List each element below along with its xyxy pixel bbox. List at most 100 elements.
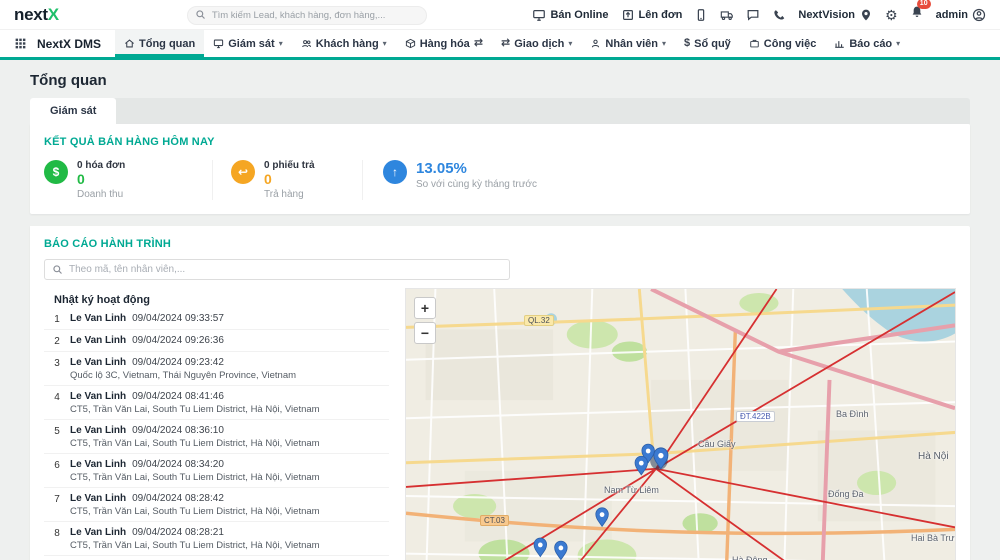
log-row[interactable]: 8 Le Van Linh09/04/2024 08:28:21 CT5, Tr… <box>44 522 389 556</box>
global-search-input[interactable] <box>187 6 427 25</box>
nav-label: Sổ quỹ <box>694 38 731 50</box>
return-glyph: ↩ <box>238 165 248 179</box>
chevron-down-icon: ▾ <box>662 39 666 48</box>
nav-item-bao-cao[interactable]: Báo cáo ▾ <box>825 30 909 57</box>
journey-search <box>44 259 510 280</box>
chat-button[interactable] <box>746 8 760 22</box>
journey-search-input[interactable] <box>44 259 510 280</box>
zoom-in-button[interactable]: + <box>414 297 436 319</box>
return-circle-icon: ↩ <box>231 160 255 184</box>
stat-comparison: ↑ 13.05% So với cùng kỳ tháng trước <box>362 160 537 200</box>
call-button[interactable] <box>772 8 786 22</box>
stat-return-slips: 0 phiếu trả <box>264 160 315 171</box>
len-don-label: Lên đơn <box>639 9 683 21</box>
app-name: NextX DMS <box>37 37 101 51</box>
create-order-icon <box>621 8 635 22</box>
nav-item-cong-viec[interactable]: Công việc <box>740 30 826 57</box>
nav-label: Giao dịch <box>514 38 564 50</box>
nav-item-khach-hang[interactable]: Khách hàng ▾ <box>292 30 396 57</box>
apps-grid-icon[interactable] <box>14 37 27 50</box>
delivery-button[interactable] <box>720 8 734 22</box>
nav-item-giam-sat[interactable]: Giám sát ▾ <box>204 30 291 57</box>
location-pin-icon <box>859 8 873 22</box>
log-name: Le Van Linh <box>70 493 126 504</box>
len-don-button[interactable]: Lên đơn <box>621 8 683 22</box>
log-row[interactable]: 2 Le Van Linh09/04/2024 09:26:36 <box>44 330 389 352</box>
up-arrow-glyph: ↑ <box>392 165 398 179</box>
log-name: Le Van Linh <box>70 391 126 402</box>
map[interactable]: + − QL.32 ĐT.422B CT.03 Cầu Giấy Nam Từ … <box>405 288 956 560</box>
nav-item-nhan-vien[interactable]: Nhân viên ▾ <box>581 30 675 57</box>
nav-item-hang-hoa[interactable]: Hàng hóa ⇄ <box>396 30 492 57</box>
log-row[interactable]: 1 Le Van Linh09/04/2024 09:33:57 <box>44 308 389 330</box>
monitor-icon <box>213 38 224 49</box>
tab-strip: Giám sát <box>30 98 970 124</box>
district-label-ha-dong: Hà Đông <box>732 555 768 560</box>
notification-badge: 10 <box>917 0 931 9</box>
chevron-down-icon: ▾ <box>896 39 900 48</box>
log-name: Le Van Linh <box>70 459 126 470</box>
search-icon <box>52 264 63 275</box>
logo-x: X <box>48 5 59 24</box>
log-time: 09/04/2024 08:34:20 <box>132 459 224 470</box>
road-label-ct03: CT.03 <box>480 515 509 526</box>
log-address: CT5, Trần Văn Lai, South Tu Liem Distric… <box>70 472 320 483</box>
district-label-cau-giay: Cầu Giấy <box>698 439 736 449</box>
box-icon <box>405 38 416 49</box>
main-navbar: NextX DMS Tổng quan Giám sát ▾ Khách hàn… <box>0 30 1000 57</box>
mobile-button[interactable] <box>694 8 708 22</box>
mobile-icon <box>694 8 708 22</box>
log-name: Le Van Linh <box>70 425 126 436</box>
topbar-actions: Bán Online Lên đơn NextVision ⚙ 10 admin <box>532 5 986 24</box>
log-row[interactable]: 3 Le Van Linh09/04/2024 09:23:42 Quốc lộ… <box>44 352 389 386</box>
tab-giam-sat[interactable]: Giám sát <box>30 98 116 124</box>
nav-label: Công việc <box>764 38 817 50</box>
topbar: nextX Bán Online Lên đơn NextVision ⚙ <box>0 0 1000 30</box>
log-time: 09/04/2024 08:41:46 <box>132 391 224 402</box>
city-label-ha-noi: Hà Nội <box>918 451 949 462</box>
log-index: 5 <box>44 425 70 449</box>
stat-returns-label: Trả hàng <box>264 189 315 200</box>
log-row[interactable]: 7 Le Van Linh09/04/2024 08:28:42 CT5, Tr… <box>44 488 389 522</box>
log-row[interactable]: 6 Le Van Linh 09/04/2024 08:34:20 CT5, Tr… <box>44 454 389 488</box>
stat-revenue-label: Doanh thu <box>77 189 125 200</box>
up-arrow-circle-icon: ↑ <box>383 160 407 184</box>
sales-card-title: KẾT QUẢ BÁN HÀNG HÔM NAY <box>44 136 956 148</box>
nav-label: Hàng hóa <box>420 38 470 50</box>
log-time: 09/04/2024 09:23:42 <box>132 357 224 368</box>
log-name: Le Van Linh <box>70 335 126 346</box>
log-address: Quốc lộ 3C, Vietnam, Thái Nguyên Provinc… <box>70 370 296 381</box>
stat-revenue-value: 0 <box>77 171 125 189</box>
nav-item-giao-dich[interactable]: ⇄ Giao dịch ▾ <box>492 30 581 57</box>
log-index: 6 <box>44 459 70 483</box>
user-avatar-icon <box>972 8 986 22</box>
settings-gear-icon[interactable]: ⚙ <box>885 8 898 22</box>
home-icon <box>124 38 135 49</box>
nav-item-tong-quan[interactable]: Tổng quan <box>115 30 204 57</box>
nav-item-so-quy[interactable]: $ Sổ quỹ <box>675 30 740 57</box>
app-logo[interactable]: nextX <box>14 5 59 25</box>
log-row[interactable]: 4 Le Van Linh09/04/2024 08:41:46 CT5, Tr… <box>44 386 389 420</box>
chevron-down-icon: ▾ <box>383 39 387 48</box>
log-time: 09/04/2024 09:33:57 <box>132 313 224 324</box>
dollar-glyph: $ <box>53 165 60 179</box>
log-address: CT5, Trần Văn Lai, South Tu Liem Distric… <box>70 404 320 415</box>
zoom-out-button[interactable]: − <box>414 322 436 344</box>
dollar-circle-icon: $ <box>44 160 68 184</box>
exchange-icon: ⇄ <box>501 38 510 49</box>
activity-log-title: Nhật ký hoạt động <box>54 294 389 306</box>
notifications-button[interactable]: 10 <box>910 5 924 24</box>
journey-body: Nhật ký hoạt động 1 Le Van Linh09/04/202… <box>44 288 956 560</box>
district-label-ba-dinh: Ba Đình <box>836 409 869 419</box>
stat-returns-value: 0 <box>264 171 315 189</box>
admin-menu[interactable]: admin <box>936 8 986 22</box>
search-icon <box>195 9 206 20</box>
nextvision-button[interactable]: NextVision <box>798 8 873 22</box>
log-name: Le Van Linh <box>70 313 126 324</box>
log-row[interactable]: 5 Le Van Linh09/04/2024 08:36:10 CT5, Tr… <box>44 420 389 454</box>
ban-online-button[interactable]: Bán Online <box>532 8 608 22</box>
chevron-down-icon: ▾ <box>279 39 283 48</box>
journey-report-card: BÁO CÁO HÀNH TRÌNH Nhật ký hoạt động 1 L… <box>30 226 970 560</box>
chevron-down-icon: ▾ <box>568 39 572 48</box>
stat-comparison-value: 13.05% <box>416 160 537 179</box>
